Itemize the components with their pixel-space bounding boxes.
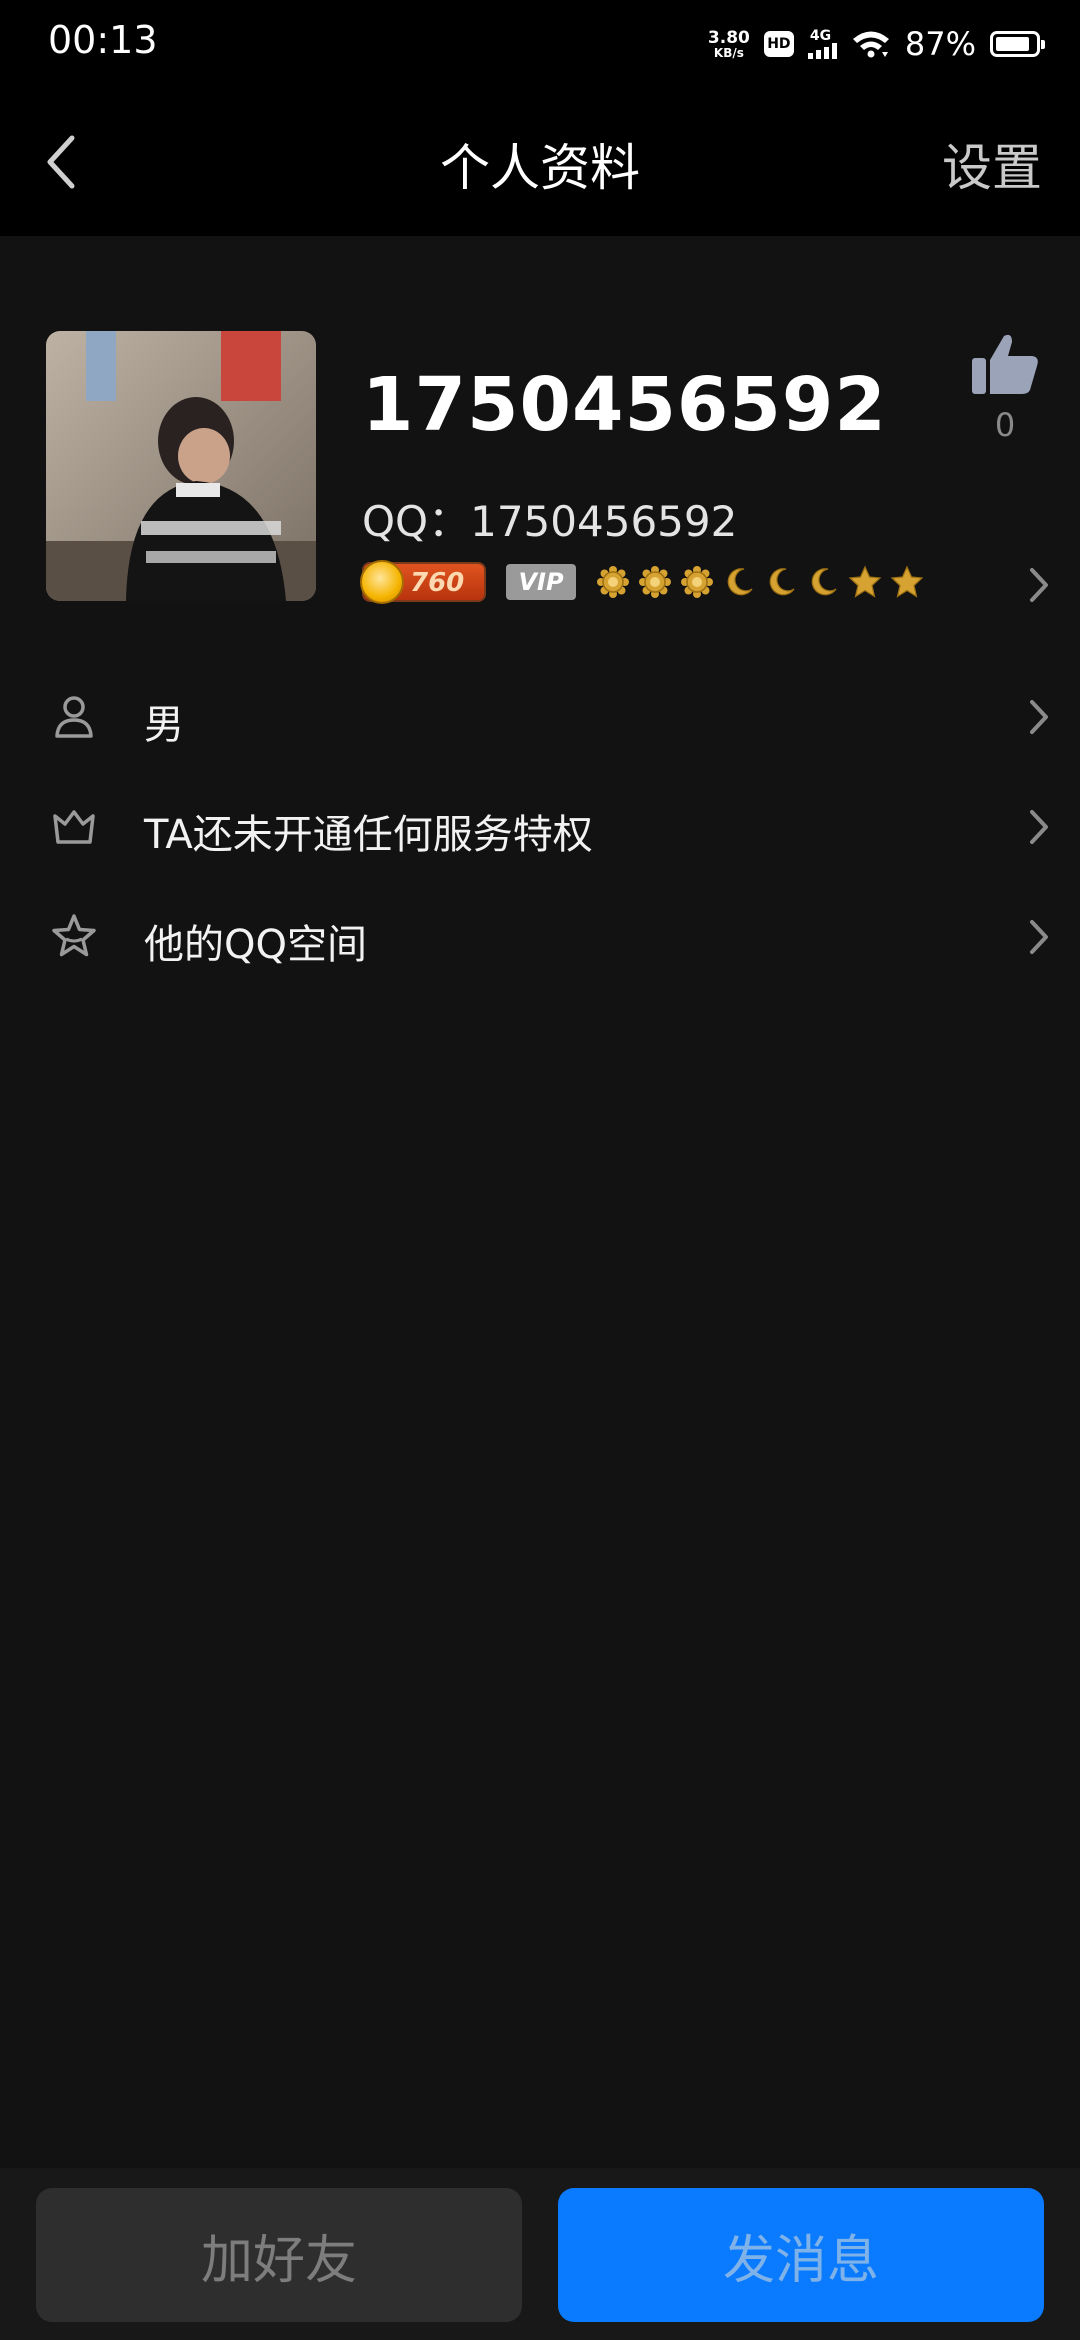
status-icons: 3.80 KB/s HD 4G 87% [707,22,1045,66]
like-count: 0 [994,406,1016,444]
coin-badge: 760 [360,560,486,604]
send-message-button[interactable]: 发消息 [558,2188,1044,2322]
star-icon [52,914,96,957]
vip-badge: VIP [506,564,576,600]
list-item-label: TA还未开通任何服务特权 [144,812,593,858]
sun-level-icon [639,566,671,598]
list-item-label: 他的QQ空间 [144,922,367,968]
moon-level-icon [811,568,837,596]
network-speed-unit: KB/s [713,45,744,60]
profile-card[interactable]: 1750456592 QQ：1750456592 0 760 VIP [0,236,1080,636]
status-bar: 00:13 3.80 KB/s HD 4G 87% [0,0,1080,88]
hd-icon: HD [763,31,794,57]
nav-bar: 个人资料 设置 [0,88,1080,236]
thumbs-up-icon [972,334,1038,394]
sun-level-icon [597,566,629,598]
wifi-icon [852,31,889,58]
moon-level-icon [769,568,795,596]
network-speed: 3.80 KB/s [707,27,750,60]
list-item-qzone[interactable]: 他的QQ空间 [0,880,1080,990]
nickname: 1750456592 [362,362,887,448]
sun-level-icon [681,566,713,598]
profile-chevron-icon [1028,566,1050,608]
status-time: 00:13 [48,18,158,62]
crown-icon [53,810,95,844]
battery-percent: 87% [904,25,976,63]
network-speed-value: 3.80 [707,27,750,48]
avatar[interactable] [46,331,316,601]
network-type: 4G [809,28,832,44]
badge-row: 760 VIP [360,560,924,604]
star-level-icon [848,565,882,598]
chevron-right-icon [1030,810,1048,844]
like-button[interactable]: 0 [970,332,1040,462]
star-level-icon [890,565,924,598]
battery-icon [990,31,1045,57]
avatar-photo [46,331,316,601]
person-icon [55,696,93,738]
page-title: 个人资料 [440,139,640,197]
list-item-gender[interactable]: 男 [0,660,1080,770]
coin-icon [360,560,404,604]
settings-button[interactable]: 设置 [942,128,1042,200]
coin-value: 760 [410,568,465,598]
list-item-label: 男 [144,702,184,748]
chevron-right-icon [1030,700,1048,734]
level-icons [596,565,924,599]
qq-number: QQ：1750456592 [362,497,738,546]
bottom-action-bar: 加好友 发消息 [0,2168,1080,2340]
back-arrow-icon [47,135,75,189]
cellular-signal-icon: 4G [807,28,837,59]
list-item-privileges[interactable]: TA还未开通任何服务特权 [0,770,1080,880]
back-button[interactable] [26,124,96,200]
chevron-right-icon [1030,920,1048,954]
moon-level-icon [727,568,753,596]
add-friend-button[interactable]: 加好友 [36,2188,522,2322]
info-list: 男 TA还未开通任何服务特权 他的QQ空间 [0,660,1080,990]
